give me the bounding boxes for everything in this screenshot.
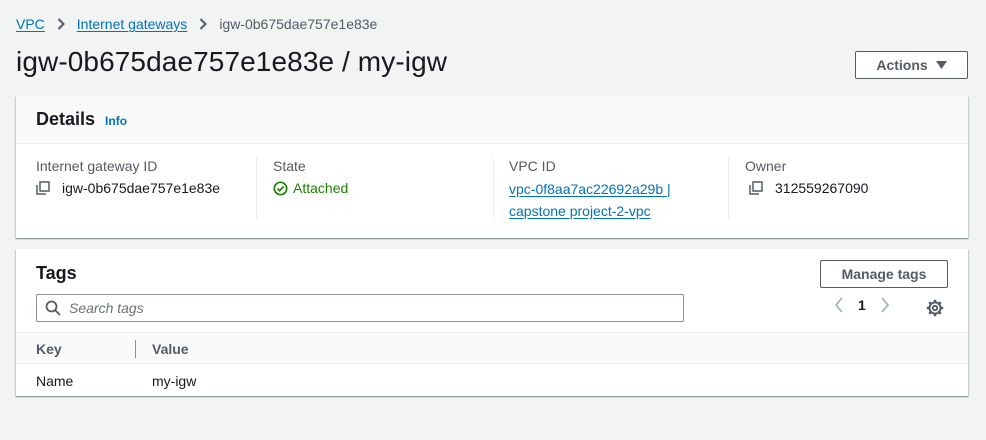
chevron-left-icon[interactable]: [834, 297, 844, 313]
tags-title: Tags: [36, 263, 77, 283]
details-header: Details Info: [16, 96, 968, 144]
chevron-right-icon: [51, 18, 71, 30]
copy-icon[interactable]: [36, 181, 50, 195]
vpc-id-link-line1: vpc-0f8aa7ac22692a29b |: [509, 181, 671, 197]
table-row: Name my-igw: [16, 364, 968, 396]
field-value: 312559267090: [775, 180, 869, 196]
column-header-key[interactable]: Key: [36, 341, 62, 357]
field-label: Owner: [745, 158, 787, 174]
vpc-id-field: VPC ID vpc-0f8aa7ac22692a29b | capstone …: [509, 158, 671, 222]
vpc-name-link[interactable]: capstone project-2-vpc: [509, 200, 671, 222]
copy-icon[interactable]: [749, 181, 763, 195]
search-tags-input[interactable]: [69, 300, 659, 316]
column-resizer[interactable]: [135, 340, 136, 358]
breadcrumb-vpc-link[interactable]: VPC: [16, 16, 45, 32]
caret-down-icon: [935, 61, 947, 69]
field-value: Attached: [293, 180, 349, 196]
tag-value-cell: my-igw: [152, 373, 197, 389]
field-label: Internet gateway ID: [36, 158, 158, 174]
breadcrumb-current: igw-0b675dae757e1e83e: [219, 16, 378, 32]
chevron-right-icon: [193, 18, 213, 30]
page-title: igw-0b675dae757e1e83e / my-igw: [16, 46, 448, 77]
internet-gateway-id-field: Internet gateway ID igw-0b675dae757e1e83…: [36, 158, 220, 196]
tags-table-header: Key Value: [16, 332, 968, 364]
details-panel: Details Info Internet gateway ID igw-0b6…: [16, 96, 968, 238]
column-header-value[interactable]: Value: [152, 341, 189, 357]
tags-panel: Tags Manage tags 1 Key Value Name: [16, 249, 968, 396]
field-label: VPC ID: [509, 158, 556, 174]
tag-key-cell: Name: [36, 373, 74, 389]
breadcrumb: VPC Internet gateways igw-0b675dae757e1e…: [16, 14, 377, 34]
info-link[interactable]: Info: [105, 114, 127, 128]
chevron-right-icon[interactable]: [880, 297, 890, 313]
breadcrumb-internet-gateways-link[interactable]: Internet gateways: [77, 16, 188, 32]
field-value: igw-0b675dae757e1e83e: [62, 180, 221, 196]
manage-tags-button[interactable]: Manage tags: [820, 260, 948, 288]
gear-icon[interactable]: [926, 299, 944, 317]
search-icon: [45, 300, 61, 316]
status-indicator: Attached: [273, 180, 348, 196]
pagination: 1: [834, 297, 890, 313]
page-number[interactable]: 1: [858, 297, 866, 313]
actions-button-label: Actions: [876, 57, 928, 73]
column-divider: [493, 156, 494, 220]
owner-field: Owner 312559267090: [745, 158, 868, 196]
vpc-id-link-line2: capstone project-2-vpc: [509, 203, 651, 219]
details-title: Details: [36, 109, 96, 129]
check-circle-icon: [273, 180, 288, 196]
column-divider: [728, 156, 729, 220]
state-field: State Attached: [273, 158, 348, 196]
column-divider: [256, 156, 257, 220]
vpc-id-link[interactable]: vpc-0f8aa7ac22692a29b |: [509, 178, 671, 200]
search-tags-box: [36, 294, 684, 322]
field-label: State: [273, 158, 306, 174]
actions-button[interactable]: Actions: [855, 51, 968, 79]
